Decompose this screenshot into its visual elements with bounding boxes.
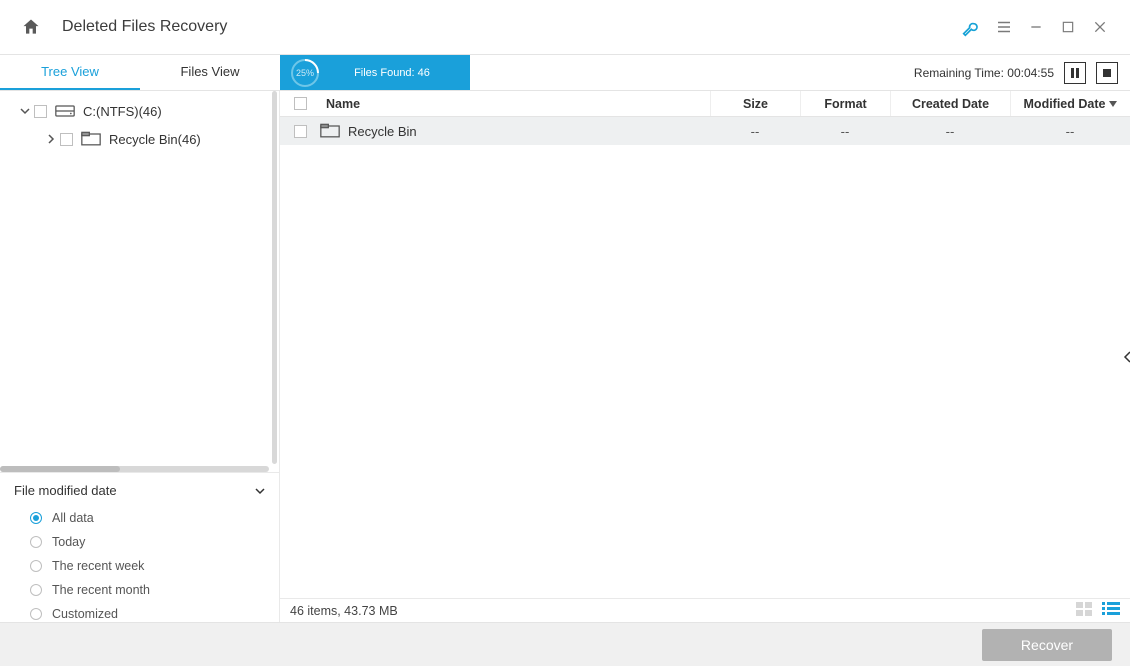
- tree: C:(NTFS)(46) Recycle Bin(46): [0, 91, 279, 472]
- remaining-time: Remaining Time: 00:04:55: [914, 55, 1130, 90]
- close-button[interactable]: [1084, 11, 1116, 43]
- sort-desc-icon: [1109, 100, 1117, 108]
- filter-option-all[interactable]: All data: [14, 506, 265, 530]
- files-found-label: Files Found: 46: [322, 67, 470, 79]
- remaining-time-label: Remaining Time: 00:04:55: [914, 66, 1054, 80]
- row-created: --: [890, 124, 1010, 139]
- recover-button[interactable]: Recover: [982, 629, 1112, 661]
- grid-view-button[interactable]: [1076, 602, 1094, 619]
- radio-icon: [30, 608, 42, 620]
- column-header-created[interactable]: Created Date: [890, 91, 1010, 116]
- filter-option-label: Customized: [52, 607, 118, 621]
- table-body: Recycle Bin -- -- -- --: [280, 117, 1130, 598]
- table-header: Name Size Format Created Date Modified D…: [280, 91, 1130, 117]
- toolbar: Tree View Files View 25% Files Found: 46…: [0, 55, 1130, 91]
- key-button[interactable]: [956, 11, 988, 43]
- tree-checkbox[interactable]: [34, 105, 47, 118]
- row-checkbox[interactable]: [294, 125, 307, 138]
- stop-button[interactable]: [1096, 62, 1118, 84]
- stop-icon: [1102, 68, 1112, 78]
- page-title: Deleted Files Recovery: [62, 18, 227, 36]
- tree-node-root[interactable]: C:(NTFS)(46): [0, 97, 279, 125]
- filter-option-label: The recent week: [52, 559, 144, 573]
- filter-option-label: Today: [52, 535, 85, 549]
- column-header-modified-label: Modified Date: [1024, 97, 1106, 111]
- progress-ring: 25%: [288, 56, 322, 90]
- tree-checkbox[interactable]: [60, 133, 73, 146]
- filter-heading-label: File modified date: [14, 483, 117, 498]
- chevron-down-icon: [20, 106, 30, 116]
- pause-icon: [1070, 68, 1080, 78]
- row-format: --: [800, 124, 890, 139]
- radio-icon: [30, 536, 42, 548]
- scan-progress: 25% Files Found: 46: [280, 55, 470, 90]
- expand-collapse-icon[interactable]: [18, 104, 32, 119]
- chevron-left-icon: [1123, 351, 1130, 363]
- status-bar: 46 items, 43.73 MB: [280, 598, 1130, 622]
- drive-icon: [55, 103, 75, 119]
- filter-option-week[interactable]: The recent week: [14, 554, 265, 578]
- tree-node-label: C:(NTFS)(46): [83, 104, 162, 119]
- left-panel: C:(NTFS)(46) Recycle Bin(46) Fi: [0, 91, 280, 622]
- list-view-icon: [1102, 602, 1120, 616]
- table-row[interactable]: Recycle Bin -- -- -- --: [280, 117, 1130, 145]
- tab-files-view[interactable]: Files View: [140, 55, 280, 90]
- radio-icon: [30, 512, 42, 524]
- column-header-format[interactable]: Format: [800, 91, 890, 116]
- row-size: --: [710, 124, 800, 139]
- folder-icon: [320, 123, 340, 139]
- footer: Recover: [0, 622, 1130, 666]
- column-header-size[interactable]: Size: [710, 91, 800, 116]
- file-list-panel: Name Size Format Created Date Modified D…: [280, 91, 1130, 622]
- app-window: Deleted Files Recovery Tree View Files V…: [0, 0, 1130, 666]
- radio-icon: [30, 560, 42, 572]
- tab-tree-view[interactable]: Tree View: [0, 55, 140, 90]
- menu-icon: [995, 18, 1013, 36]
- grid-view-icon: [1076, 602, 1094, 616]
- filter-option-label: The recent month: [52, 583, 150, 597]
- chevron-down-icon: [255, 486, 265, 496]
- close-icon: [1092, 19, 1108, 35]
- tree-horizontal-scrollbar[interactable]: [0, 466, 269, 472]
- view-mode-buttons: [1076, 602, 1120, 619]
- filter-option-label: All data: [52, 511, 94, 525]
- row-name: Recycle Bin: [348, 124, 417, 139]
- radio-icon: [30, 584, 42, 596]
- chevron-right-icon: [46, 134, 56, 144]
- home-button[interactable]: [20, 16, 42, 38]
- filter-option-custom[interactable]: Customized: [14, 602, 265, 626]
- tree-vertical-scrollbar[interactable]: [272, 91, 277, 464]
- tree-node-label: Recycle Bin(46): [109, 132, 201, 147]
- maximize-icon: [1061, 20, 1075, 34]
- menu-button[interactable]: [988, 11, 1020, 43]
- view-tabs: Tree View Files View: [0, 55, 280, 90]
- panel-expand-handle[interactable]: [1122, 334, 1130, 380]
- home-icon: [21, 17, 41, 37]
- row-modified: --: [1010, 124, 1130, 139]
- filter-option-today[interactable]: Today: [14, 530, 265, 554]
- filter-heading[interactable]: File modified date: [14, 483, 265, 498]
- key-icon: [962, 17, 982, 37]
- main-area: C:(NTFS)(46) Recycle Bin(46) Fi: [0, 91, 1130, 622]
- column-header-name[interactable]: Name: [320, 97, 710, 111]
- maximize-button[interactable]: [1052, 11, 1084, 43]
- column-header-modified[interactable]: Modified Date: [1010, 91, 1130, 116]
- minimize-icon: [1028, 19, 1044, 35]
- filter-panel: File modified date All data Today The re…: [0, 472, 279, 622]
- title-bar: Deleted Files Recovery: [0, 0, 1130, 55]
- filter-option-month[interactable]: The recent month: [14, 578, 265, 602]
- tree-node-child[interactable]: Recycle Bin(46): [0, 125, 279, 153]
- expand-collapse-icon[interactable]: [44, 132, 58, 147]
- pause-button[interactable]: [1064, 62, 1086, 84]
- select-all-checkbox[interactable]: [294, 97, 307, 110]
- status-summary: 46 items, 43.73 MB: [290, 604, 398, 618]
- minimize-button[interactable]: [1020, 11, 1052, 43]
- folder-icon: [81, 131, 101, 147]
- list-view-button[interactable]: [1102, 602, 1120, 619]
